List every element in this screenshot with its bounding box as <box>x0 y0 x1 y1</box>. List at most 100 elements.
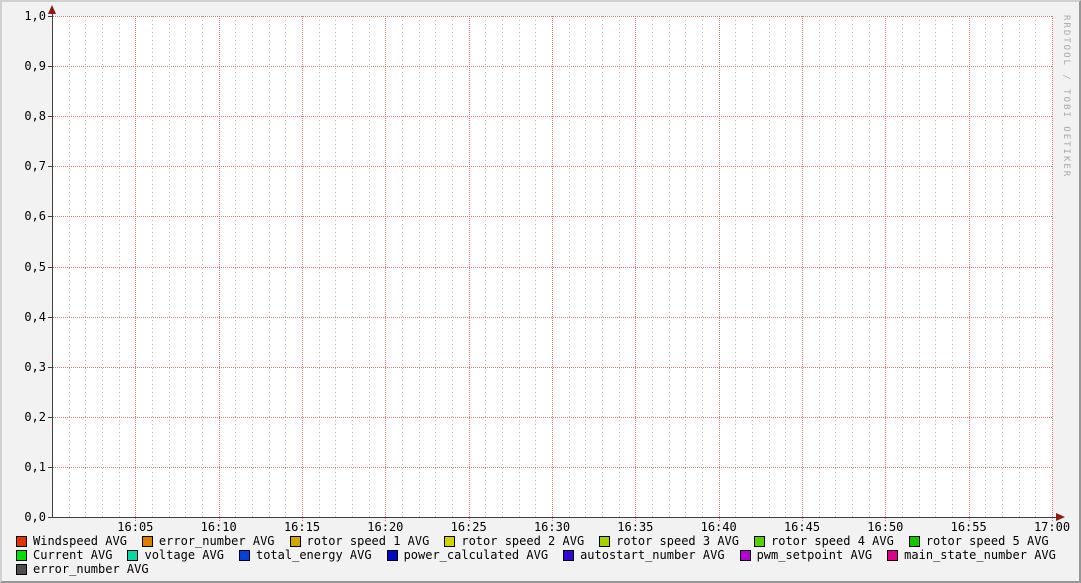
legend-item: pwm_setpoint AVG <box>739 548 873 562</box>
legend-item: rotor speed 3 AVG <box>599 534 739 548</box>
major-gridline-horizontal <box>49 366 1052 368</box>
minor-gridline-vertical <box>252 16 253 520</box>
legend-swatch <box>908 535 920 547</box>
minor-gridline-vertical <box>585 16 587 520</box>
legend-item: rotor speed 1 AVG <box>289 534 430 548</box>
major-gridline-vertical <box>552 16 553 521</box>
minor-gridline-vertical <box>285 16 287 520</box>
legend-item: total_energy AVG <box>238 548 372 562</box>
legend-item: error_number AVG <box>141 534 275 548</box>
legend-swatch <box>739 549 751 561</box>
minor-gridline-vertical <box>952 16 953 520</box>
minor-gridline-vertical <box>452 16 453 520</box>
legend-row: Current AVG voltage AVG total_energy AVG po… <box>16 548 1071 562</box>
legend-label: Windspeed AVG <box>33 534 127 548</box>
legend-label: Current AVG <box>33 548 113 562</box>
major-gridline-vertical <box>968 16 970 521</box>
legend-swatch <box>141 535 153 547</box>
major-gridline-horizontal <box>49 116 1052 118</box>
x-axis <box>52 517 1056 518</box>
x-axis-tick-label: 16:25 <box>450 520 487 534</box>
legend-label: error_number AVG <box>158 534 275 548</box>
y-axis-tick-label: 0,0 <box>24 510 46 524</box>
y-axis-tick-label: 0,5 <box>24 259 46 274</box>
minor-gridline-vertical <box>485 16 487 520</box>
legend-item: rotor speed 2 AVG <box>444 534 584 548</box>
minor-gridline-vertical <box>502 16 503 520</box>
major-gridline-vertical <box>885 16 887 521</box>
legend-swatch <box>127 549 139 561</box>
minor-gridline-vertical <box>68 16 70 520</box>
y-axis-tick-label: 0,9 <box>24 59 46 74</box>
minor-gridline-vertical <box>768 16 770 520</box>
minor-gridline-vertical <box>268 16 270 520</box>
minor-gridline-vertical <box>402 16 403 520</box>
minor-gridline-vertical <box>702 16 703 520</box>
minor-gridline-vertical <box>1035 16 1037 520</box>
minor-gridline-vertical <box>335 16 337 520</box>
y-axis <box>52 10 53 517</box>
legend-item: autostart_number AVG <box>563 548 725 562</box>
y-axis-arrow-icon <box>48 5 56 14</box>
major-gridline-horizontal <box>49 266 1052 268</box>
minor-gridline-vertical <box>168 16 170 520</box>
legend-swatch <box>754 535 765 547</box>
minor-gridline-vertical <box>518 16 520 520</box>
major-gridline-horizontal <box>49 16 1052 17</box>
minor-gridline-vertical <box>902 16 903 520</box>
minor-gridline-vertical <box>1018 16 1020 520</box>
minor-gridline-vertical <box>202 16 203 520</box>
major-gridline-vertical <box>802 16 803 521</box>
legend-label: rotor speed 3 AVG <box>616 534 739 548</box>
legend-label: total_energy AVG <box>255 548 372 562</box>
minor-gridline-vertical <box>818 16 820 520</box>
y-axis-tick-label: 0,6 <box>24 209 46 224</box>
x-axis-tick-label: 16:35 <box>617 520 654 534</box>
legend-label: main_state_number AVG <box>904 548 1056 562</box>
major-gridline-vertical <box>468 16 470 521</box>
minor-gridline-vertical <box>602 16 603 520</box>
x-axis-tick-label: 16:45 <box>783 520 821 534</box>
legend-swatch <box>289 535 301 547</box>
minor-gridline-vertical <box>935 16 937 520</box>
y-axis-tick-label: 1,0 <box>24 9 46 23</box>
legend-swatch <box>238 549 250 561</box>
legend-swatch <box>444 535 456 547</box>
rrdtool-graph: 1,0 0,9 0,8 0,7 0,6 0,5 0,4 0,3 0,2 0,1 0,0 16:05 1… <box>0 0 1081 583</box>
legend-label: rotor speed 1 AVG <box>306 534 430 548</box>
minor-gridline-vertical <box>102 16 103 520</box>
major-gridline-vertical <box>218 16 220 521</box>
x-axis-tick-label: 16:50 <box>867 520 904 534</box>
minor-gridline-vertical <box>418 16 420 520</box>
minor-gridline-vertical <box>785 16 787 520</box>
x-axis-tick-label: 16:10 <box>200 520 237 534</box>
minor-gridline-vertical <box>985 16 987 520</box>
major-gridline-horizontal <box>49 416 1052 418</box>
minor-gridline-vertical <box>868 16 870 520</box>
legend-label: power_calculated AVG <box>403 548 549 562</box>
legend-label: pwm_setpoint AVG <box>756 548 873 562</box>
minor-gridline-vertical <box>435 16 437 520</box>
legend-item: main_state_number AVG <box>887 548 1056 562</box>
major-gridline-vertical <box>302 16 303 521</box>
minor-gridline-vertical <box>152 16 153 520</box>
minor-gridline-vertical <box>735 16 737 520</box>
minor-gridline-vertical <box>685 16 687 520</box>
y-axis-tick-label: 0,7 <box>24 159 46 174</box>
x-axis-tick-label: 16:55 <box>950 520 987 534</box>
legend-label: rotor speed 2 AVG <box>461 534 585 548</box>
legend-item: error_number AVG <box>16 562 149 576</box>
x-axis-tick-label: 16:40 <box>700 520 737 534</box>
minor-gridline-vertical <box>568 16 570 520</box>
y-axis-tick-label: 0,4 <box>24 309 46 324</box>
legend-swatch <box>599 535 611 547</box>
y-axis-tick-label: 0,1 <box>24 459 46 474</box>
minor-gridline-vertical <box>235 16 237 520</box>
minor-gridline-vertical <box>835 16 837 520</box>
minor-gridline-vertical <box>368 16 370 520</box>
legend-swatch <box>16 535 27 547</box>
minor-gridline-vertical <box>352 16 353 520</box>
major-gridline-vertical <box>1052 16 1053 521</box>
legend-label: autostart_number AVG <box>580 548 725 562</box>
legend-swatch <box>887 549 899 561</box>
